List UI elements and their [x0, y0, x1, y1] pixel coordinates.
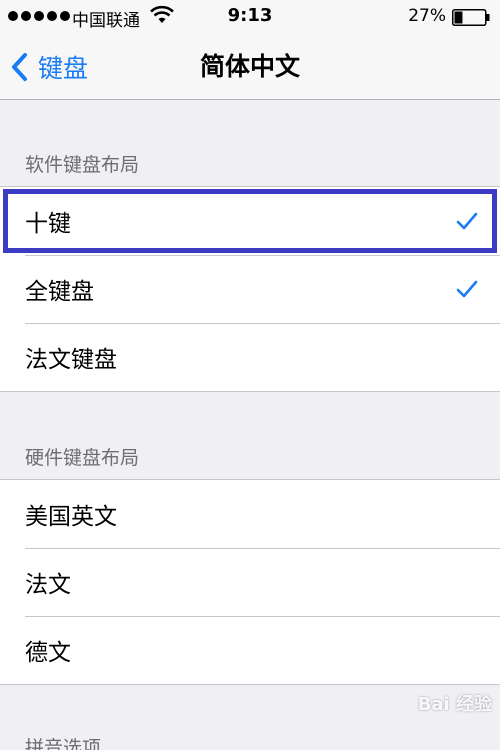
- list-item-german[interactable]: 德文: [0, 616, 500, 684]
- watermark: Bai 经验: [417, 694, 492, 715]
- list-item-full-keyboard[interactable]: 全键盘: [0, 255, 500, 323]
- list-item-label: 德文: [25, 640, 71, 666]
- list-item-us-english[interactable]: 美国英文: [0, 480, 500, 548]
- section-header-hardware-layout: 硬件键盘布局: [25, 447, 140, 469]
- list-item-label: 十键: [25, 211, 71, 237]
- section-header-software-layout: 软件键盘布局: [25, 154, 140, 176]
- list-item-french[interactable]: 法文: [0, 548, 500, 616]
- list-item-label: 美国英文: [25, 504, 117, 530]
- list-item-label: 法文: [25, 572, 71, 598]
- navigation-bar: 键盘 简体中文: [0, 34, 500, 100]
- section-header-pinyin-options: 拼音选项: [25, 737, 102, 750]
- software-layout-group: 十键 全键盘 法文键盘: [0, 186, 500, 392]
- page-title: 简体中文: [199, 52, 300, 81]
- list-item-french-keyboard[interactable]: 法文键盘: [0, 323, 500, 391]
- selection-highlight-box: [3, 189, 497, 253]
- status-bar: 中国联通 9:13 27%: [0, 0, 500, 34]
- list-item-ten-key[interactable]: 十键: [0, 187, 500, 255]
- list-item-label: 全键盘: [25, 279, 94, 305]
- battery-percent: 27%: [408, 6, 446, 26]
- battery-icon: [452, 9, 490, 26]
- hardware-layout-group: 美国英文 法文 德文: [0, 479, 500, 685]
- list-item-label: 法文键盘: [25, 347, 117, 373]
- checkmark-icon: [456, 280, 478, 298]
- checkmark-icon: [456, 212, 478, 230]
